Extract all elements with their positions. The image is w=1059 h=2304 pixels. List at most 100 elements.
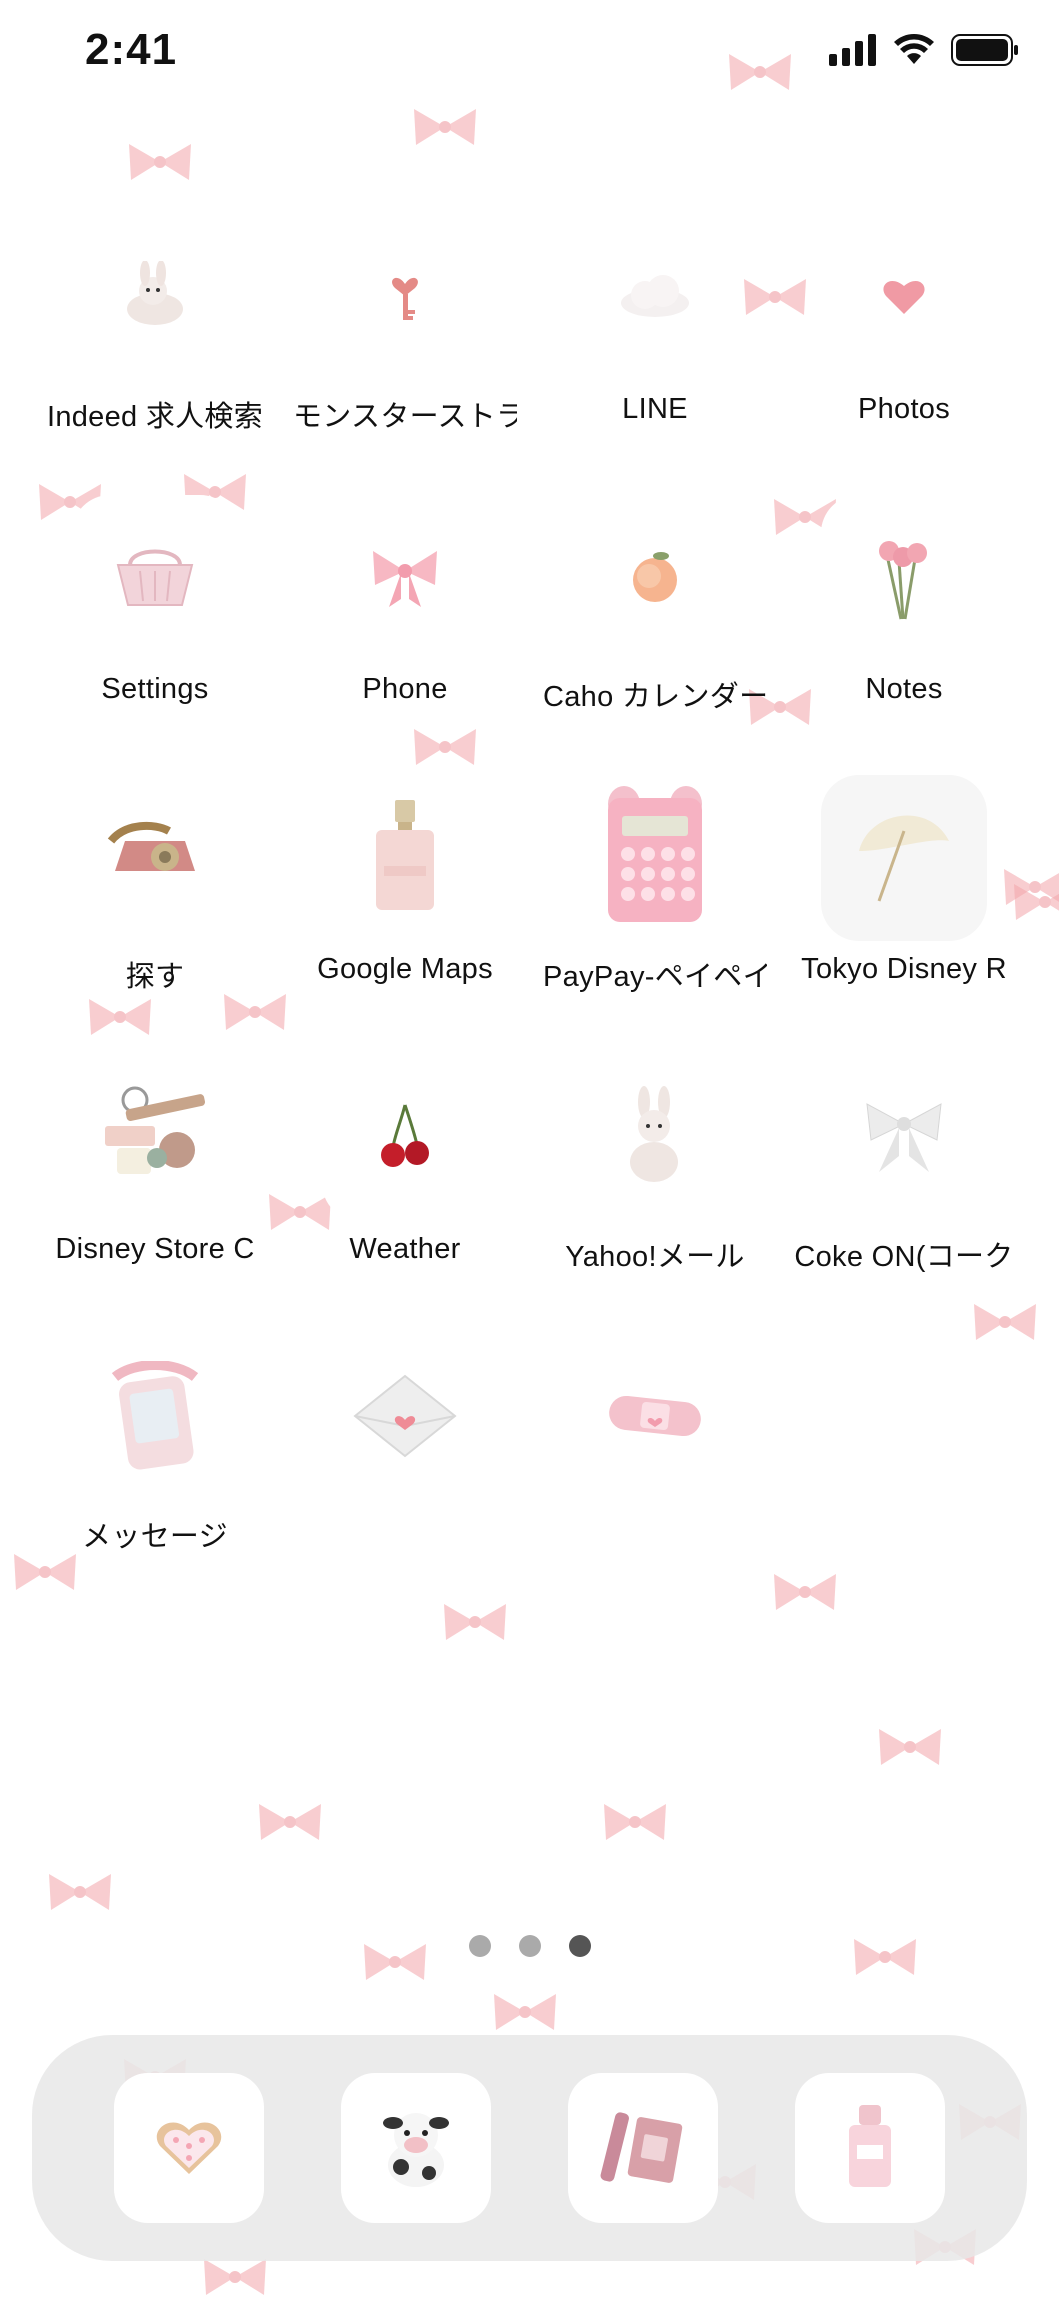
wallpaper-bow <box>45 1870 115 1914</box>
dock-app-lip-gloss[interactable] <box>568 2073 718 2223</box>
perfume-icon <box>835 2101 905 2196</box>
wallpaper-bow <box>255 1800 325 1844</box>
wallpaper-bow <box>200 2255 270 2299</box>
cow-plush-icon <box>371 2101 461 2196</box>
cherries-icon <box>375 1101 435 1176</box>
app-settings[interactable]: Settings <box>30 495 280 745</box>
wallpaper-bow <box>600 1800 670 1844</box>
app-tile[interactable] <box>322 1055 488 1221</box>
app-tile[interactable] <box>572 1055 738 1221</box>
heart-cookie-icon <box>154 2114 224 2183</box>
app-label: Yahoo!メール <box>565 1241 745 1273</box>
wallpaper-bow <box>770 1570 840 1614</box>
heart-key-icon <box>385 266 425 331</box>
app-label: Disney Store C <box>55 1233 255 1265</box>
app-label: Caho カレンダー <box>543 681 767 713</box>
toy-phone-icon <box>105 1359 205 1476</box>
parasol-icon <box>849 801 959 916</box>
app-label: Phone <box>362 673 448 705</box>
app-disney-store-c[interactable]: Disney Store C <box>30 1055 280 1305</box>
calculator-icon <box>600 785 710 931</box>
app-tile[interactable] <box>821 215 987 381</box>
app-tile[interactable] <box>572 495 738 661</box>
status-icons <box>829 34 1019 71</box>
bandage-icon <box>605 1391 705 1446</box>
app-label: メッセージ <box>82 1521 228 1553</box>
app-モンスターストラ[interactable]: モンスターストラ <box>280 215 530 465</box>
page-indicator[interactable] <box>0 1935 1059 1957</box>
status-bar: 2:41 <box>0 0 1059 110</box>
app-tile[interactable] <box>322 495 488 661</box>
app-label: Notes <box>865 673 943 705</box>
app-indeed-求人検索[interactable]: Indeed 求人検索 <box>30 215 280 465</box>
wifi-icon <box>893 34 935 71</box>
lip-gloss-icon <box>598 2106 688 2191</box>
status-time: 2:41 <box>85 25 178 74</box>
app-label: 探す <box>125 961 185 993</box>
app-tile[interactable] <box>821 1055 987 1221</box>
app-label: Google Maps <box>317 953 493 985</box>
app-coke-on(コーク[interactable]: Coke ON(コーク <box>779 1055 1029 1305</box>
app-label: Indeed 求人検索 <box>46 401 264 433</box>
app-tile[interactable] <box>72 215 238 381</box>
battery-icon <box>951 34 1019 71</box>
app-label: モンスターストラ <box>293 401 517 433</box>
wallpaper-bow <box>875 1725 945 1769</box>
app-photos[interactable]: Photos <box>779 215 1029 465</box>
app-tile[interactable] <box>572 1335 738 1501</box>
app-weather[interactable]: Weather <box>280 1055 530 1305</box>
basket-icon <box>110 541 200 616</box>
app-メッセージ[interactable]: メッセージ <box>30 1335 280 1585</box>
app-tile[interactable] <box>72 495 238 661</box>
app-label: PayPay-ペイペイ <box>543 961 767 993</box>
makeup-icon <box>95 1086 215 1191</box>
app-tokyo-disney-r[interactable]: Tokyo Disney R <box>779 775 1029 1025</box>
app-label: Photos <box>857 393 951 425</box>
app-探す[interactable]: 探す <box>30 775 280 1025</box>
white-bow-icon <box>859 1096 949 1181</box>
app-tile[interactable] <box>72 1055 238 1221</box>
app-label: Weather <box>349 1233 461 1265</box>
app-caho-カレンダー[interactable]: Caho カレンダー <box>530 495 780 745</box>
heart-icon <box>882 276 926 321</box>
wallpaper-bow <box>490 1990 560 2034</box>
app-tile[interactable] <box>821 775 987 941</box>
app-tile[interactable] <box>72 1335 238 1501</box>
app-yahoo!メール[interactable]: Yahoo!メール <box>530 1055 780 1305</box>
page-dot[interactable] <box>518 1935 541 1957</box>
dock-app-cow-plush[interactable] <box>341 2073 491 2223</box>
app-envelope[interactable] <box>280 1335 530 1585</box>
app-label: Settings <box>101 673 209 705</box>
app-paypay-ペイペイ[interactable]: PayPay-ペイペイ <box>530 775 780 1025</box>
app-tile[interactable] <box>72 775 238 941</box>
bunny-icon <box>620 1085 690 1191</box>
app-line[interactable]: LINE <box>530 215 780 465</box>
roses-icon <box>869 531 939 626</box>
page-dot[interactable] <box>568 1935 591 1957</box>
app-tile[interactable] <box>821 495 987 661</box>
cellular-signal-icon <box>829 34 877 71</box>
rotary-phone-icon <box>105 821 205 896</box>
wallpaper-bow <box>125 140 195 184</box>
peach-icon <box>625 546 685 611</box>
envelope-icon <box>345 1366 465 1471</box>
app-bandage[interactable] <box>530 1335 780 1585</box>
app-label: Tokyo Disney R <box>801 953 1007 985</box>
dock-app-heart-cookie[interactable] <box>114 2073 264 2223</box>
page-dot[interactable] <box>468 1935 491 1957</box>
app-tile[interactable] <box>322 775 488 941</box>
app-phone[interactable]: Phone <box>280 495 530 745</box>
app-tile[interactable] <box>572 775 738 941</box>
pink-bow-icon <box>365 541 445 616</box>
app-tile[interactable] <box>572 215 738 381</box>
app-notes[interactable]: Notes <box>779 495 1029 745</box>
app-google-maps[interactable]: Google Maps <box>280 775 530 1025</box>
dock-app-perfume[interactable] <box>795 2073 945 2223</box>
cloud-icon <box>615 271 695 326</box>
app-tile[interactable] <box>322 215 488 381</box>
dock <box>32 2035 1027 2261</box>
bunny-plush-icon <box>115 259 195 336</box>
app-tile[interactable] <box>322 1335 488 1501</box>
perfume-bottle-icon <box>370 796 440 921</box>
app-label: LINE <box>622 393 688 425</box>
